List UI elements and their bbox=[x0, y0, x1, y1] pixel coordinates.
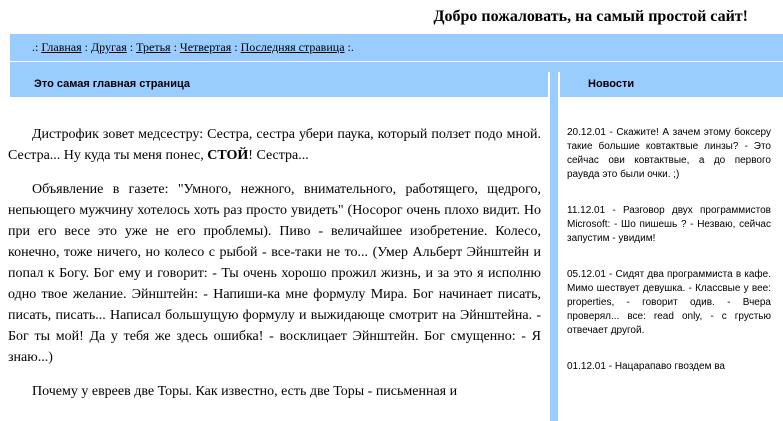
decorative-stripe bbox=[10, 62, 783, 72]
nav-separator: : bbox=[129, 40, 134, 54]
news-heading-bar: Новости bbox=[560, 72, 783, 97]
nav-link-last[interactable]: Последняя стравица bbox=[241, 40, 345, 54]
news-item: 05.12.01 - Сидят два программиста в кафе… bbox=[567, 269, 771, 336]
main-heading: Это самая главная страница bbox=[34, 78, 190, 90]
main-content: Дистрофик зовет медсестру: Сестра, сестр… bbox=[8, 124, 541, 415]
column-divider bbox=[550, 62, 558, 421]
site-title: Добро пожаловать, на самый простой сайт! bbox=[433, 8, 748, 25]
nav-separator: : bbox=[84, 40, 88, 54]
nav-link-third[interactable]: Третья bbox=[136, 40, 170, 54]
news-item: 20.12.01 - Скажите! А зачем этому боксер… bbox=[567, 127, 771, 180]
nav-separator: : bbox=[234, 40, 238, 54]
nav-separator: : bbox=[173, 40, 177, 54]
main-paragraph: Почему у евреев две Торы. Как известно, … bbox=[32, 384, 458, 399]
main-paragraph: Дистрофик зовет медсестру: Сестра, сестр… bbox=[8, 127, 541, 163]
main-paragraph: Объявление в газете: "Умного, нежного, в… bbox=[8, 182, 541, 365]
news-heading: Новости bbox=[588, 78, 635, 90]
news-item: 11.12.01 - Разговор двух программистов M… bbox=[567, 205, 771, 244]
nav-link-fourth[interactable]: Четвертая bbox=[180, 40, 231, 54]
top-navigation: .: Главная : Другая : Третья : Четвертая… bbox=[10, 34, 783, 61]
nav-links: .: Главная : Другая : Третья : Четвертая… bbox=[10, 34, 783, 61]
main-heading-bar: Это самая главная страница bbox=[10, 72, 548, 97]
news-column: 20.12.01 - Скажите! А зачем этому боксер… bbox=[567, 126, 771, 396]
nav-suffix: :. bbox=[347, 40, 354, 54]
news-item: 01.12.01 - Нацарапаво гвоздем ва bbox=[567, 361, 725, 372]
nav-link-home[interactable]: Главная bbox=[41, 40, 81, 54]
nav-prefix: .: bbox=[32, 40, 39, 54]
nav-link-other[interactable]: Другая bbox=[91, 40, 127, 54]
